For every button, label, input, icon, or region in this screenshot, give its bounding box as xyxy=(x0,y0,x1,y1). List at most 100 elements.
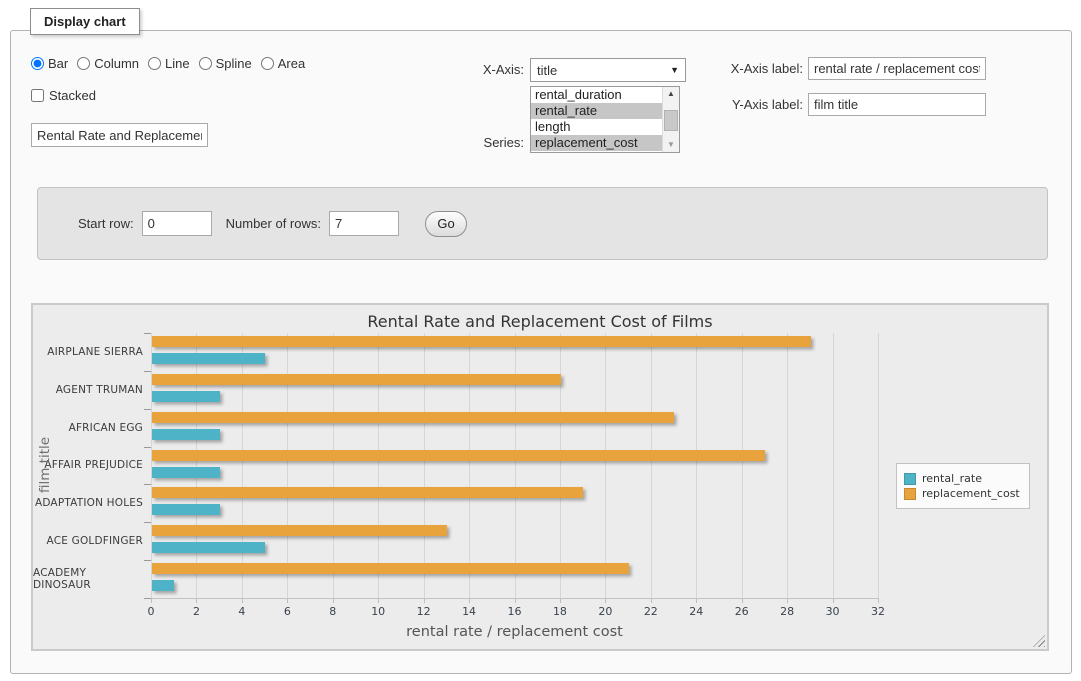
gridline xyxy=(742,333,743,598)
gridline xyxy=(287,333,288,598)
gridline xyxy=(151,333,152,598)
chart-type-radio-line[interactable] xyxy=(148,57,161,70)
bar-rental_rate-african-egg[interactable] xyxy=(152,429,220,440)
gridline xyxy=(333,333,334,598)
chart-type-label: Spline xyxy=(216,56,252,71)
chart-type-radio-area[interactable] xyxy=(261,57,274,70)
gridline xyxy=(560,333,561,598)
chart-type-column[interactable]: Column xyxy=(77,56,139,71)
legend-item-replacement_cost[interactable]: replacement_cost xyxy=(904,487,1020,500)
chart-container: Rental Rate and Replacement Cost of Film… xyxy=(31,303,1049,651)
bar-replacement_cost-adaptation-holes[interactable] xyxy=(152,487,583,498)
stacked-checkbox-row[interactable]: Stacked xyxy=(31,88,96,103)
scroll-down-icon[interactable]: ▼ xyxy=(663,138,679,152)
category-tick xyxy=(144,447,151,448)
scrollbar-thumb[interactable] xyxy=(664,110,678,131)
category-tick xyxy=(144,409,151,410)
resize-handle-icon[interactable] xyxy=(1033,635,1045,647)
row-controls-panel: Start row: Number of rows: Go xyxy=(37,187,1048,260)
legend-label: replacement_cost xyxy=(922,487,1020,500)
chart-type-bar[interactable]: Bar xyxy=(31,56,68,71)
category-label: AIRPLANE SIERRA xyxy=(33,333,143,371)
x-axis-tick-label: 14 xyxy=(452,605,486,618)
chart-type-label: Area xyxy=(278,56,305,71)
gridline xyxy=(787,333,788,598)
gridline xyxy=(378,333,379,598)
series-option-rental_duration[interactable]: rental_duration xyxy=(531,87,662,103)
gridline xyxy=(515,333,516,598)
category-tick xyxy=(144,371,151,372)
gridline xyxy=(196,333,197,598)
chart-type-radio-bar[interactable] xyxy=(31,57,44,70)
stacked-checkbox[interactable] xyxy=(31,89,44,102)
series-select-label: Series: xyxy=(441,135,524,150)
bar-rental_rate-airplane-sierra[interactable] xyxy=(152,353,265,364)
series-option-rental_rate[interactable]: rental_rate xyxy=(531,103,662,119)
x-axis-tick-label: 20 xyxy=(588,605,622,618)
category-tick xyxy=(144,560,151,561)
bar-replacement_cost-airplane-sierra[interactable] xyxy=(152,336,811,347)
gridline xyxy=(605,333,606,598)
gridline xyxy=(878,333,879,598)
start-row-input[interactable] xyxy=(142,211,212,236)
bar-rental_rate-affair-prejudice[interactable] xyxy=(152,467,220,478)
start-row-label: Start row: xyxy=(78,216,134,231)
x-axis-tick-label: 30 xyxy=(816,605,850,618)
category-tick xyxy=(144,598,151,599)
series-option-length[interactable]: length xyxy=(531,119,662,135)
number-of-rows-input[interactable] xyxy=(329,211,399,236)
x-axis-label-input[interactable] xyxy=(808,57,986,80)
bar-rental_rate-adaptation-holes[interactable] xyxy=(152,504,220,515)
chart-title-input[interactable] xyxy=(31,123,208,147)
bar-replacement_cost-affair-prejudice[interactable] xyxy=(152,450,765,461)
bar-rental_rate-ace-goldfinger[interactable] xyxy=(152,542,265,553)
chart-type-label: Column xyxy=(94,56,139,71)
listbox-scrollbar[interactable]: ▲ ▼ xyxy=(662,87,679,152)
series-option-replacement_cost[interactable]: replacement_cost xyxy=(531,135,662,151)
x-axis-title: rental rate / replacement cost xyxy=(151,624,878,640)
chart-type-radio-spline[interactable] xyxy=(199,57,212,70)
y-axis-title: film title xyxy=(37,385,53,545)
series-listbox[interactable]: rental_durationrental_ratelengthreplacem… xyxy=(530,86,680,153)
x-axis-select[interactable]: title ▼ xyxy=(530,58,686,82)
bar-rental_rate-agent-truman[interactable] xyxy=(152,391,220,402)
legend-swatch-icon xyxy=(904,473,916,485)
chart-type-label: Line xyxy=(165,56,190,71)
chart-type-spline[interactable]: Spline xyxy=(199,56,252,71)
gridline xyxy=(833,333,834,598)
bar-rental_rate-academy-dinosaur[interactable] xyxy=(152,580,174,591)
chart-title: Rental Rate and Replacement Cost of Film… xyxy=(33,312,1047,331)
fieldset-legend: Display chart xyxy=(30,8,140,35)
category-tick xyxy=(144,522,151,523)
series-options: rental_durationrental_ratelengthreplacem… xyxy=(531,87,662,152)
x-axis-tick-label: 24 xyxy=(679,605,713,618)
x-axis-tick-label: 16 xyxy=(498,605,532,618)
y-axis-label-input[interactable] xyxy=(808,93,986,116)
chart-type-area[interactable]: Area xyxy=(261,56,305,71)
stacked-label: Stacked xyxy=(49,88,96,103)
legend-item-rental_rate[interactable]: rental_rate xyxy=(904,472,1020,485)
chart-type-radio-column[interactable] xyxy=(77,57,90,70)
go-button[interactable]: Go xyxy=(425,211,467,237)
gridline xyxy=(651,333,652,598)
gridline xyxy=(469,333,470,598)
chart-type-line[interactable]: Line xyxy=(148,56,190,71)
x-axis-tick-label: 6 xyxy=(270,605,304,618)
x-axis-tick-label: 22 xyxy=(634,605,668,618)
x-axis-select-label: X-Axis: xyxy=(449,62,524,77)
chart-type-radio-group: Bar Column Line Spline Area xyxy=(31,56,314,71)
x-axis-tick-label: 32 xyxy=(861,605,895,618)
category-tick xyxy=(144,333,151,334)
bar-replacement_cost-african-egg[interactable] xyxy=(152,412,674,423)
category-label: ACADEMY DINOSAUR xyxy=(33,560,143,598)
bar-replacement_cost-agent-truman[interactable] xyxy=(152,374,561,385)
chevron-down-icon: ▼ xyxy=(670,65,679,75)
chart-legend: rental_rate replacement_cost xyxy=(896,463,1030,509)
bar-replacement_cost-ace-goldfinger[interactable] xyxy=(152,525,447,536)
legend-label: rental_rate xyxy=(922,472,982,485)
bar-replacement_cost-academy-dinosaur[interactable] xyxy=(152,563,629,574)
scroll-up-icon[interactable]: ▲ xyxy=(663,87,679,101)
x-axis-line xyxy=(151,598,879,599)
gridline xyxy=(696,333,697,598)
number-of-rows-label: Number of rows: xyxy=(226,216,321,231)
